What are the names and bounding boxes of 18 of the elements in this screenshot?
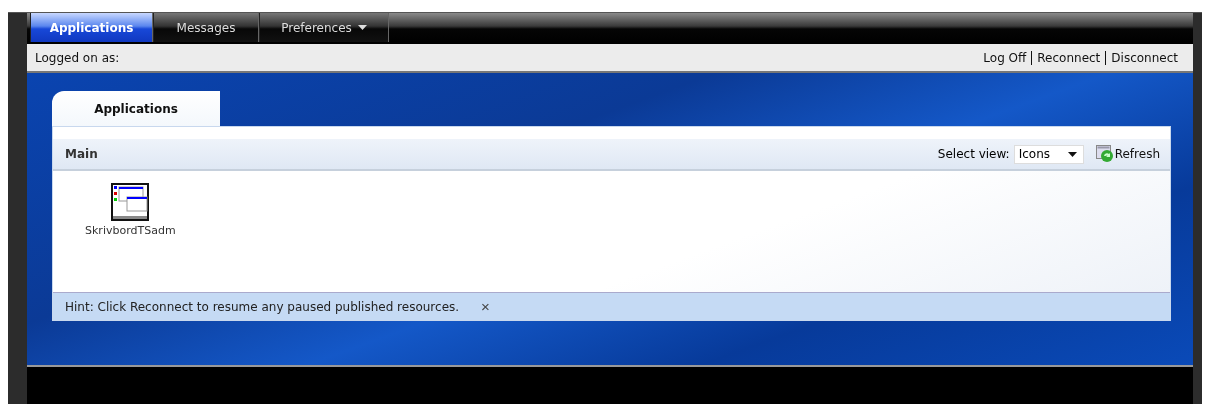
- nav-tab[interactable]: Applications: [30, 13, 153, 42]
- toolbar-link[interactable]: Reconnect: [1031, 50, 1106, 65]
- view-label: Select view:: [937, 147, 1010, 161]
- refresh-button[interactable]: Refresh: [1087, 145, 1160, 163]
- application-label[interactable]: SkrivbordTSadm: [85, 224, 176, 237]
- toolbar-link[interactable]: Log Off: [978, 50, 1032, 65]
- nav-tab[interactable]: Preferences: [259, 13, 389, 42]
- caret-icon: [1067, 151, 1077, 157]
- close-button[interactable]: ×: [479, 298, 492, 315]
- nav-tab[interactable]: Messages: [153, 13, 259, 42]
- login-label: Logged on as:: [35, 50, 120, 65]
- panel-tab[interactable]: Applications: [52, 91, 220, 126]
- folder-title: Main: [65, 147, 98, 161]
- application-icon: [111, 183, 150, 221]
- hint-text: Hint: Click Reconnect to resume any paused published resources.: [65, 299, 460, 314]
- refresh-icon: [1095, 145, 1114, 163]
- view-dropdown[interactable]: Icons: [1013, 144, 1084, 164]
- toolbar-link[interactable]: Disconnect: [1105, 50, 1183, 65]
